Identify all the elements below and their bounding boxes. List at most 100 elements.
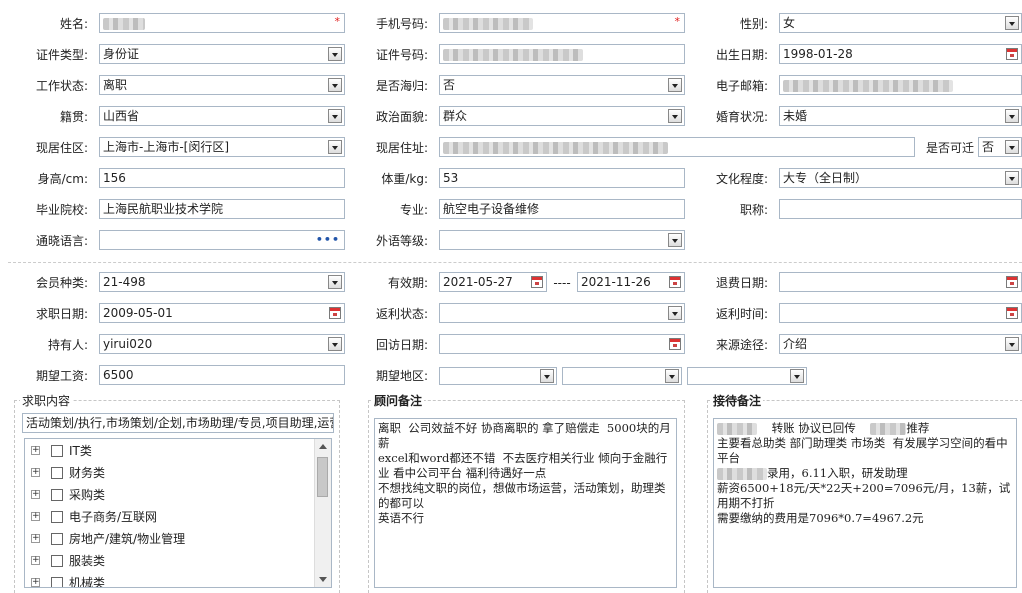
political-select[interactable]: 群众 [439, 106, 685, 126]
redacted-text [443, 141, 668, 154]
redacted-text [717, 423, 757, 435]
valid-from-input[interactable]: 2021-05-27 [439, 272, 547, 292]
gender-select[interactable]: 女 [779, 13, 1022, 33]
reception-panel-title: 接待备注 [711, 393, 764, 409]
more-icon[interactable]: ••• [316, 231, 340, 249]
checkbox[interactable] [51, 577, 63, 587]
email-label: 电子邮箱: [715, 79, 768, 93]
redacted-text [443, 48, 583, 61]
area-city-select[interactable] [562, 367, 682, 385]
job-category-tree[interactable]: + IT类 + 财务类 + 采购类 + 电子商务/互联网 + 房地产/建筑/物业管理 + 服… [24, 438, 332, 588]
chevron-down-icon[interactable] [1005, 337, 1019, 351]
major-label: 专业: [399, 203, 428, 217]
member-type-label: 会员种类: [35, 276, 88, 290]
member-type-select[interactable]: 21-498 [99, 272, 345, 292]
name-label: 姓名: [59, 17, 88, 31]
calendar-icon[interactable] [1006, 48, 1018, 60]
marital-value: 未婚 [783, 109, 808, 123]
checkbox[interactable] [51, 489, 63, 501]
chevron-down-icon[interactable] [1005, 16, 1019, 30]
chevron-down-icon[interactable] [790, 369, 804, 383]
name-input[interactable]: * [99, 13, 345, 33]
chevron-down-icon[interactable] [668, 233, 682, 247]
reception-notes-textarea[interactable]: 转账 协议已回传 推荐 主要看总助类 部门助理类 市场类 有发展学习空间的看中平… [713, 418, 1017, 588]
address-input[interactable] [439, 137, 915, 157]
id-type-select[interactable]: 身份证 [99, 44, 345, 64]
scroll-up-icon[interactable] [319, 444, 327, 449]
phone-input[interactable]: * [439, 13, 685, 33]
marital-label: 婚育状况: [715, 110, 768, 124]
returnee-select[interactable]: 否 [439, 75, 685, 95]
area-province-select[interactable] [439, 367, 557, 385]
checkbox[interactable] [51, 555, 63, 567]
id-type-value: 身份证 [103, 47, 140, 61]
chevron-down-icon[interactable] [1005, 109, 1019, 123]
chevron-down-icon[interactable] [1005, 140, 1019, 154]
email-input[interactable] [779, 75, 1022, 95]
area-label: 期望地区: [375, 369, 428, 383]
area-district-select[interactable] [687, 367, 807, 385]
marital-select[interactable]: 未婚 [779, 106, 1022, 126]
job-content-input[interactable]: 活动策划/执行,市场策划/企划,市场助理/专员,项目助理,运营 [22, 413, 334, 433]
source-select[interactable]: 介绍 [779, 334, 1022, 354]
checkbox[interactable] [51, 511, 63, 523]
calendar-icon[interactable] [1006, 307, 1018, 319]
birth-date-input[interactable]: 1998-01-28 [779, 44, 1022, 64]
checkbox[interactable] [51, 533, 63, 545]
calendar-icon[interactable] [531, 276, 543, 288]
expand-icon[interactable]: + [31, 578, 40, 587]
gender-label: 性别: [739, 17, 768, 31]
holder-label: 持有人: [47, 338, 88, 352]
gender-value: 女 [783, 16, 796, 30]
birth-label: 出生日期: [715, 48, 768, 62]
school-input[interactable]: 上海民航职业技术学院 [99, 199, 345, 219]
member-type-value: 21-498 [103, 275, 146, 289]
expand-icon[interactable]: + [31, 556, 40, 565]
chevron-down-icon[interactable] [540, 369, 554, 383]
holder-value: yirui020 [103, 337, 153, 351]
residence-area-select[interactable]: 上海市-上海市-[闵行区] [99, 137, 345, 157]
visit-date-input[interactable] [439, 334, 685, 354]
title-input[interactable] [779, 199, 1022, 219]
job-date-input[interactable]: 2009-05-01 [99, 303, 345, 323]
id-no-input[interactable] [439, 44, 685, 64]
height-input[interactable]: 156 [99, 168, 345, 188]
rebate-time-input[interactable] [779, 303, 1022, 323]
scroll-down-icon[interactable] [319, 577, 327, 582]
scroll-thumb[interactable] [317, 457, 328, 497]
height-label: 身高/cm: [37, 172, 88, 186]
languages-input[interactable]: ••• [99, 230, 345, 250]
major-input[interactable]: 航空电子设备维修 [439, 199, 685, 219]
expand-icon[interactable]: + [31, 446, 40, 455]
source-label: 来源途径: [715, 338, 768, 352]
expand-icon[interactable]: + [31, 534, 40, 543]
checkbox[interactable] [51, 467, 63, 479]
chevron-down-icon[interactable] [665, 369, 679, 383]
tree-scrollbar[interactable] [314, 439, 331, 587]
school-value: 上海民航职业技术学院 [103, 202, 224, 216]
calendar-icon[interactable] [1006, 276, 1018, 288]
expand-icon[interactable]: + [31, 490, 40, 499]
valid-to-input[interactable]: 2021-11-26 [577, 272, 685, 292]
weight-input[interactable]: 53 [439, 168, 685, 188]
expand-icon[interactable]: + [31, 468, 40, 477]
holder-select[interactable]: yirui020 [99, 334, 345, 354]
native-select[interactable]: 山西省 [99, 106, 345, 126]
note-line: 主要看总助类 部门助理类 市场类 有发展学习空间的看中平台 [717, 436, 1008, 465]
consultant-notes-textarea[interactable]: 离职 公司效益不好 协商离职的 拿了赔偿走 5000块的月薪 excel和wor… [374, 418, 677, 588]
relocate-select[interactable]: 否 [978, 137, 1022, 157]
rebate-status-select[interactable] [439, 303, 685, 323]
chevron-down-icon[interactable] [1005, 171, 1019, 185]
work-status-select[interactable]: 离职 [99, 75, 345, 95]
political-value: 群众 [443, 109, 468, 123]
checkbox[interactable] [51, 445, 63, 457]
refund-date-input[interactable] [779, 272, 1022, 292]
foreign-level-select[interactable] [439, 230, 685, 250]
school-label: 毕业院校: [35, 203, 88, 217]
education-label: 文化程度: [715, 172, 768, 186]
note-line: 转账 协议已回传 推荐 [717, 421, 1013, 436]
education-select[interactable]: 大专（全日制） [779, 168, 1022, 188]
salary-input[interactable]: 6500 [99, 365, 345, 385]
expand-icon[interactable]: + [31, 512, 40, 521]
birth-value: 1998-01-28 [783, 47, 853, 61]
